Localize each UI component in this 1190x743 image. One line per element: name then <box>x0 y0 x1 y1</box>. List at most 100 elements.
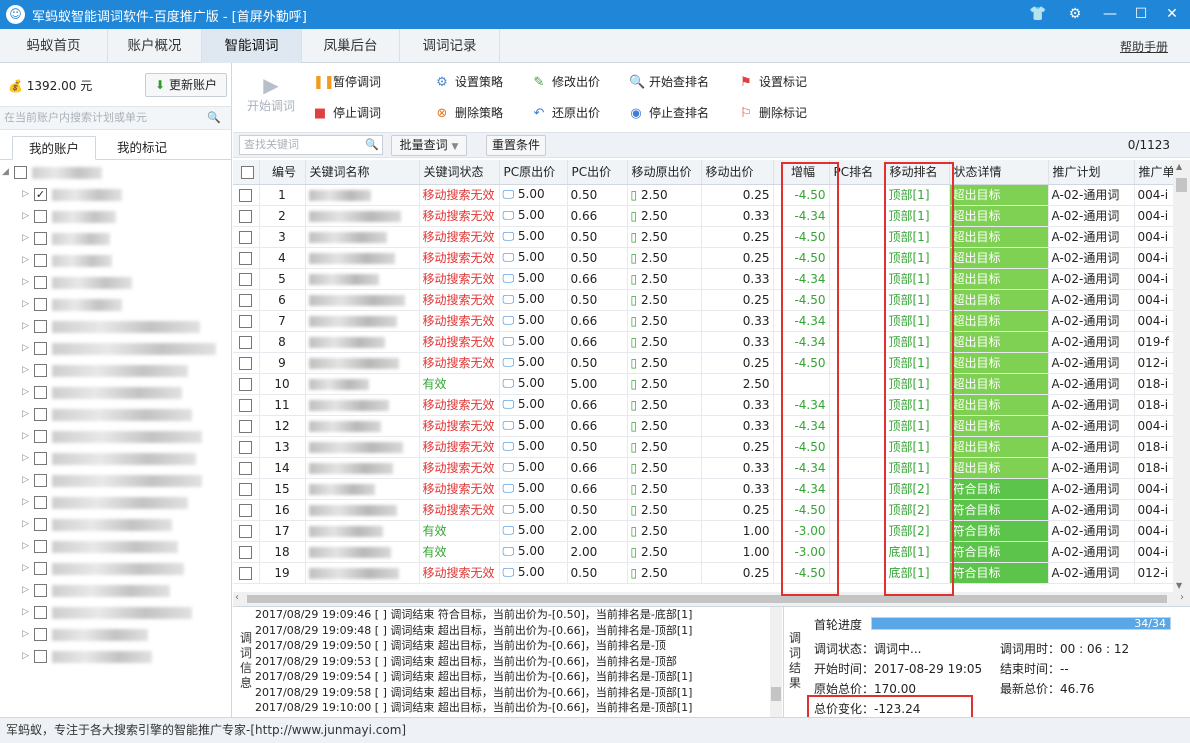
start-bid-button[interactable]: ▶ 开始调词 <box>243 73 299 114</box>
keyword-name-blurred[interactable] <box>305 415 420 437</box>
scroll-right-icon[interactable]: › <box>1180 592 1184 603</box>
keyword-name-blurred[interactable] <box>305 184 420 206</box>
table-row[interactable]: 18 有效 🖵 5.00 2.00 ▯ 2.50 1.00 -3.00 底部[1] 符合目标 A-… <box>233 541 1173 563</box>
settings-icon[interactable]: ⚙ <box>1063 3 1087 25</box>
help-link[interactable]: 帮助手册 <box>1120 38 1168 55</box>
keyword-name-blurred[interactable] <box>305 541 420 563</box>
keyword-name-blurred[interactable] <box>305 562 420 584</box>
table-row[interactable]: 7 移动搜索无效 🖵 5.00 0.66 ▯ 2.50 0.33 -4.34 顶部[1] 超出目… <box>233 310 1173 332</box>
select-all-checkbox[interactable] <box>233 160 260 185</box>
row-checkbox[interactable] <box>233 331 260 353</box>
start-rank-check-button[interactable]: 🔍 开始查排名 <box>629 73 709 90</box>
col-number[interactable]: 编号 <box>259 160 306 185</box>
tree-node[interactable]: ▷ <box>22 627 222 643</box>
table-row[interactable]: 14 移动搜索无效 🖵 5.00 0.66 ▯ 2.50 0.33 -4.34 顶部[1] 超出… <box>233 457 1173 479</box>
keyword-name-blurred[interactable] <box>305 289 420 311</box>
set-strategy-button[interactable]: ⚙ 设置策略 <box>435 73 503 90</box>
keyword-name-blurred[interactable] <box>305 205 420 227</box>
tree-node[interactable]: ▷ <box>22 429 222 445</box>
tree-node[interactable]: ▷ <box>22 473 222 489</box>
set-mark-button[interactable]: ⚑ 设置标记 <box>739 73 807 90</box>
tree-node[interactable]: ▷ <box>22 605 222 621</box>
tree-node[interactable]: ▷ <box>22 231 222 247</box>
keyword-name-blurred[interactable] <box>305 436 420 458</box>
table-row[interactable]: 8 移动搜索无效 🖵 5.00 0.66 ▯ 2.50 0.33 -4.34 顶部[1] 超出目… <box>233 331 1173 353</box>
tree-node[interactable]: ▷ <box>22 517 222 533</box>
col-status-detail[interactable]: 状态详情 <box>949 160 1049 185</box>
row-checkbox[interactable] <box>233 499 260 521</box>
grid-vertical-scrollbar[interactable]: ▲ ▼ <box>1173 160 1190 592</box>
row-checkbox[interactable] <box>233 352 260 374</box>
keyword-name-blurred[interactable] <box>305 247 420 269</box>
table-row[interactable]: 19 移动搜索无效 🖵 5.00 0.50 ▯ 2.50 0.25 -4.50 底部[1] 符合… <box>233 562 1173 584</box>
row-checkbox[interactable] <box>233 541 260 563</box>
keyword-name-blurred[interactable] <box>305 478 420 500</box>
table-row[interactable]: 16 移动搜索无效 🖵 5.00 0.50 ▯ 2.50 0.25 -4.50 顶部[2] 符合… <box>233 499 1173 521</box>
table-row[interactable]: 5 移动搜索无效 🖵 5.00 0.66 ▯ 2.50 0.33 -4.34 顶部[1] 超出目… <box>233 268 1173 290</box>
expanded-arrow-icon[interactable]: ◢ <box>2 167 9 177</box>
tree-node[interactable]: ▷ <box>22 297 222 313</box>
log-scrollbar[interactable] <box>770 607 782 718</box>
scroll-down-icon[interactable]: ▼ <box>1176 581 1182 590</box>
pause-bid-button[interactable]: ❚❚暂停调词 <box>313 73 381 90</box>
tree-node[interactable]: ▷ <box>22 649 222 665</box>
table-row[interactable]: 9 移动搜索无效 🖵 5.00 0.50 ▯ 2.50 0.25 -4.50 顶部[1] 超出目… <box>233 352 1173 374</box>
row-checkbox[interactable] <box>233 562 260 584</box>
col-pc-bid[interactable]: PC出价 <box>567 160 628 185</box>
update-account-button[interactable]: ⬇ 更新账户 <box>145 73 227 97</box>
tree-node[interactable]: ▷ <box>22 495 222 511</box>
keyword-name-blurred[interactable] <box>305 268 420 290</box>
row-checkbox[interactable] <box>233 436 260 458</box>
tree-node[interactable]: ▷ <box>22 539 222 555</box>
row-checkbox[interactable] <box>233 520 260 542</box>
row-checkbox[interactable] <box>233 415 260 437</box>
tree-node[interactable]: ▷ <box>22 385 222 401</box>
row-checkbox[interactable] <box>233 247 260 269</box>
keyword-search-input[interactable]: 查找关键词 🔍 <box>239 135 383 155</box>
table-row[interactable]: 4 移动搜索无效 🖵 5.00 0.50 ▯ 2.50 0.25 -4.50 顶部[1] 超出目… <box>233 247 1173 269</box>
row-checkbox[interactable] <box>233 373 260 395</box>
tree-node[interactable]: ▷ <box>22 583 222 599</box>
tree-node[interactable]: ▷ <box>22 319 222 335</box>
table-row[interactable]: 1 移动搜索无效 🖵 5.00 0.50 ▯ 2.50 0.25 -4.50 顶部[1] 超出目… <box>233 184 1173 206</box>
keyword-name-blurred[interactable] <box>305 226 420 248</box>
col-pc-orig-bid[interactable]: PC原出价 <box>499 160 568 185</box>
col-unit[interactable]: 推广单 <box>1134 160 1173 185</box>
tab-account-overview[interactable]: 账户概况 <box>108 29 202 63</box>
keyword-name-blurred[interactable] <box>305 457 420 479</box>
tab-fengchao[interactable]: 凤巢后台 <box>302 29 400 63</box>
keyword-name-blurred[interactable] <box>305 331 420 353</box>
stop-bid-button[interactable]: ■ 停止调词 <box>313 104 381 121</box>
edit-bid-button[interactable]: ✎ 修改出价 <box>532 73 600 90</box>
row-checkbox[interactable] <box>233 205 260 227</box>
tree-node[interactable]: ▷ <box>22 209 222 225</box>
col-keyword-name[interactable]: 关键词名称 <box>305 160 420 185</box>
table-row[interactable]: 3 移动搜索无效 🖵 5.00 0.50 ▯ 2.50 0.25 -4.50 顶部[1] 超出目… <box>233 226 1173 248</box>
table-row[interactable]: 17 有效 🖵 5.00 2.00 ▯ 2.50 1.00 -3.00 顶部[2] 符合目标 A-… <box>233 520 1173 542</box>
stop-rank-check-button[interactable]: ◉ 停止查排名 <box>629 104 709 121</box>
keyword-name-blurred[interactable] <box>305 499 420 521</box>
row-checkbox[interactable] <box>233 289 260 311</box>
scroll-up-icon[interactable]: ▲ <box>1176 162 1182 171</box>
grid-horizontal-scrollbar[interactable]: ‹ › <box>233 592 1190 606</box>
tree-node[interactable]: ▷ <box>22 561 222 577</box>
table-row[interactable]: 6 移动搜索无效 🖵 5.00 0.50 ▯ 2.50 0.25 -4.50 顶部[1] 超出目… <box>233 289 1173 311</box>
table-row[interactable]: 10 有效 🖵 5.00 5.00 ▯ 2.50 2.50 顶部[1] 超出目标 A-02-通用… <box>233 373 1173 395</box>
row-checkbox[interactable] <box>233 268 260 290</box>
search-icon[interactable]: 🔍 <box>207 107 221 129</box>
col-mobile-orig-bid[interactable]: 移动原出价 <box>627 160 702 185</box>
tab-bid-history[interactable]: 调词记录 <box>400 29 500 63</box>
batch-query-dropdown[interactable]: 批量查词 ▼ <box>391 135 467 156</box>
row-checkbox[interactable] <box>233 478 260 500</box>
delete-mark-button[interactable]: ⚐ 删除标记 <box>739 104 807 121</box>
keyword-name-blurred[interactable] <box>305 394 420 416</box>
collapsed-arrow-icon[interactable]: ▷ <box>22 189 29 199</box>
tree-node[interactable]: ▷ <box>22 451 222 467</box>
col-keyword-status[interactable]: 关键词状态 <box>419 160 500 185</box>
keyword-name-blurred[interactable] <box>305 310 420 332</box>
tree-node[interactable]: ▷ <box>22 275 222 291</box>
maximize-button[interactable]: ☐ <box>1129 3 1153 25</box>
keyword-name-blurred[interactable] <box>305 373 420 395</box>
restore-bid-button[interactable]: ↶ 还原出价 <box>532 104 600 121</box>
col-mobile-bid[interactable]: 移动出价 <box>701 160 774 185</box>
